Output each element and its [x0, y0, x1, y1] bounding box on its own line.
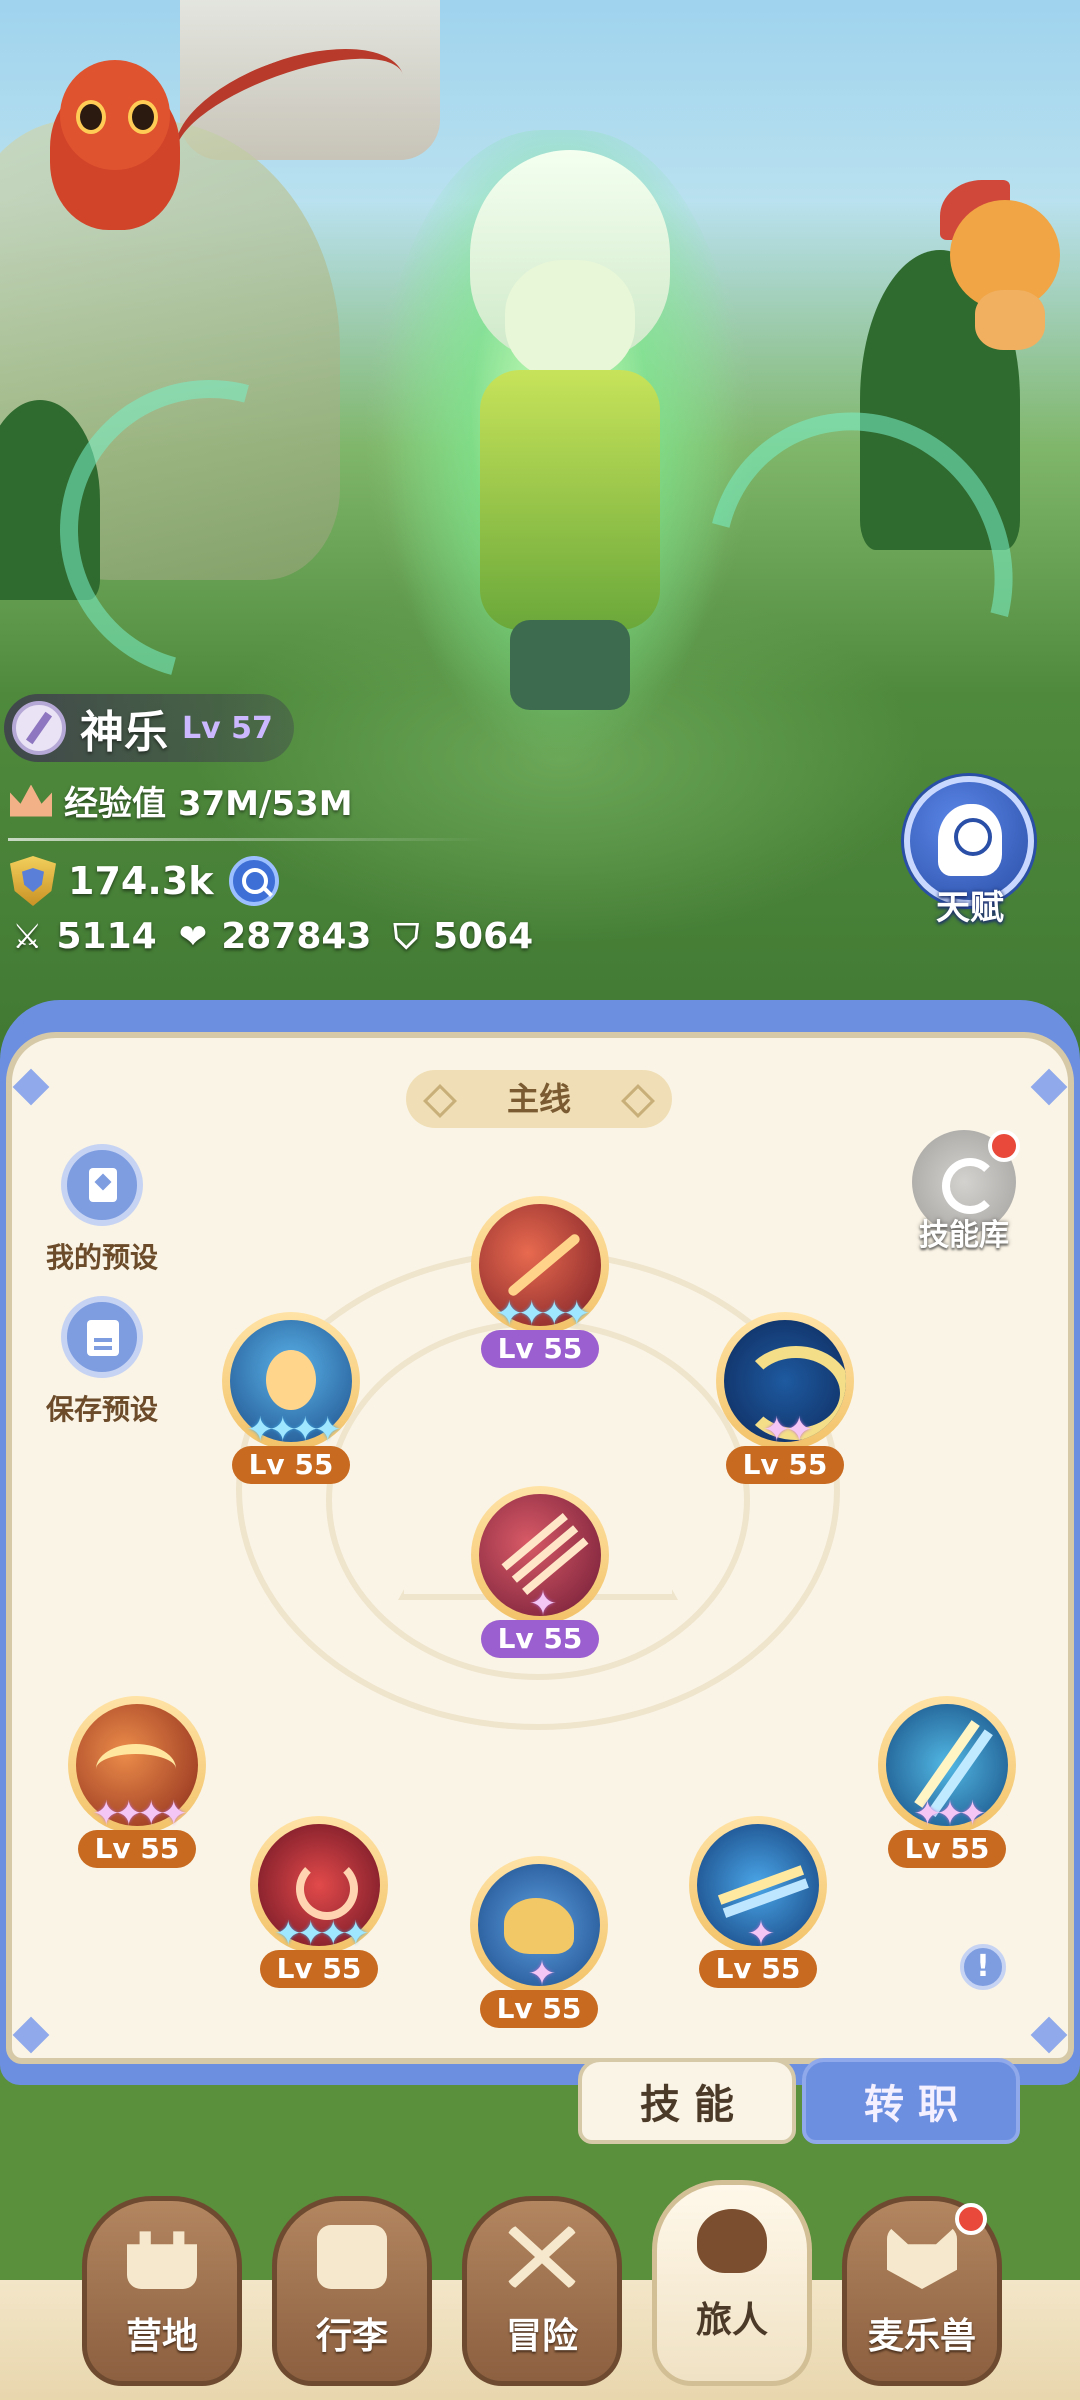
skill-node[interactable]: ✦ Lv 55	[465, 1486, 615, 1658]
crown-icon	[10, 784, 52, 817]
nav-adventure-label: 冒险	[505, 2316, 578, 2357]
skill-node[interactable]: ✦ Lv 55	[683, 1816, 833, 1988]
skill-level: Lv 55	[232, 1446, 350, 1484]
crossed-swords-icon	[507, 2225, 577, 2289]
skill-level: Lv 55	[888, 1830, 1006, 1868]
skill-stars: ✦	[527, 1954, 557, 1994]
skill-stars: ✦✦✦	[913, 1794, 986, 1834]
skill-level: Lv 55	[726, 1446, 844, 1484]
skill-level: Lv 55	[260, 1950, 378, 1988]
skill-stars: ✦✦✦✦	[92, 1794, 188, 1834]
skill-node[interactable]: ✦✦✦✦ Lv 55	[244, 1816, 394, 1988]
skill-stars: ✦✦	[762, 1410, 814, 1450]
skill-node[interactable]: ✦✦✦✦ Lv 55	[62, 1696, 212, 1868]
nav-luggage[interactable]: 行李	[272, 2196, 432, 2386]
experience-text: 经验值 37M/53M	[64, 784, 353, 824]
traveler-icon	[697, 2209, 767, 2273]
notification-dot	[955, 2203, 987, 2235]
compass-icon	[12, 701, 66, 755]
corner-ornament	[1030, 1068, 1068, 1106]
info-icon[interactable]: !	[960, 1944, 1006, 1990]
skill-stars: ✦✦✦✦	[274, 1914, 370, 1954]
defense-shield-icon: ⛉	[393, 916, 419, 957]
nav-traveler[interactable]: 旅人	[652, 2180, 812, 2386]
storyline-header: 主线	[406, 1070, 672, 1128]
skill-library-button[interactable]: 技能库	[904, 1130, 1024, 1253]
nav-adventure[interactable]: 冒险	[462, 2196, 622, 2386]
skill-stars: ✦✦✦✦	[495, 1294, 591, 1334]
info-divider	[8, 838, 488, 841]
tab-job-change[interactable]: 转 职	[802, 2058, 1020, 2144]
notification-dot	[988, 1130, 1020, 1162]
hp-value: 287843	[221, 916, 372, 957]
backpack-icon	[317, 2225, 387, 2289]
skill-level: Lv 55	[481, 1620, 599, 1658]
attack-value: 5114	[56, 916, 157, 957]
stats-row: ⚔ 5114 ❤ 287843 ⛉ 5064	[12, 916, 555, 957]
skill-level: Lv 55	[481, 1330, 599, 1368]
skill-level: Lv 55	[78, 1830, 196, 1868]
crossed-swords-icon: ⚔	[12, 916, 43, 957]
castle-icon	[127, 2231, 197, 2289]
preset-cards-icon	[61, 1144, 143, 1226]
corner-ornament	[1030, 2016, 1068, 2054]
talent-button[interactable]: 天赋	[900, 776, 1040, 928]
nav-pet-label: 麦乐兽	[867, 2316, 976, 2357]
player-level: Lv 57	[182, 710, 273, 746]
skill-level: Lv 55	[480, 1990, 598, 2028]
skill-level: Lv 55	[699, 1950, 817, 1988]
nav-camp[interactable]: 营地	[82, 2196, 242, 2386]
talent-label: 天赋	[936, 888, 1004, 928]
my-presets-label: 我的预设	[45, 1241, 158, 1274]
skill-library-label: 技能库	[919, 1218, 1009, 1253]
nav-pet[interactable]: 麦乐兽	[842, 2196, 1002, 2386]
my-presets-button[interactable]: 我的预设	[12, 1144, 192, 1276]
search-icon[interactable]	[229, 856, 280, 906]
combat-power-shield-icon	[10, 856, 56, 906]
red-dragon-pet	[30, 20, 422, 280]
nav-traveler-label: 旅人	[695, 2300, 768, 2341]
save-preset-label: 保存预设	[45, 1393, 158, 1426]
save-disk-icon	[61, 1296, 143, 1378]
player-name: 神乐	[80, 707, 168, 758]
player-name-plate[interactable]: 神乐 Lv 57	[4, 694, 294, 762]
skill-stars: ✦	[746, 1914, 776, 1954]
nav-luggage-label: 行李	[315, 2316, 388, 2357]
corner-ornament	[12, 1068, 50, 1106]
fox-cat-pet	[940, 180, 1080, 350]
skill-node[interactable]: ✦✦✦ Lv 55	[872, 1696, 1022, 1868]
pet-fox-icon	[887, 2225, 957, 2289]
skill-stars: ✦✦✦✦	[246, 1410, 342, 1450]
corner-ornament	[12, 2016, 50, 2054]
player-character	[450, 150, 690, 710]
nav-camp-label: 营地	[125, 2316, 198, 2357]
save-preset-button[interactable]: 保存预设	[12, 1296, 192, 1428]
skill-node[interactable]: ✦✦✦✦ Lv 55	[465, 1196, 615, 1368]
heart-icon: ❤	[178, 916, 208, 957]
combat-power-row: 174.3k	[10, 856, 280, 906]
skill-node[interactable]: ✦✦ Lv 55	[710, 1312, 860, 1484]
experience-row: 经验值 37M/53M	[10, 776, 353, 825]
skill-stars: ✦	[528, 1584, 558, 1624]
combat-power-value: 174.3k	[68, 859, 214, 903]
tab-skill[interactable]: 技 能	[578, 2058, 796, 2144]
defense-value: 5064	[432, 916, 534, 957]
skill-node[interactable]: ✦ Lv 55	[464, 1856, 614, 2028]
skill-node[interactable]: ✦✦✦✦ Lv 55	[216, 1312, 366, 1484]
